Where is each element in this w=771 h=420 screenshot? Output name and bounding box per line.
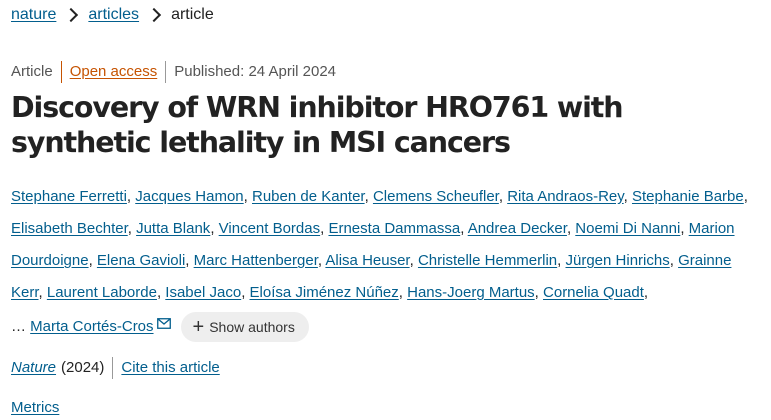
meta-divider [60,61,62,83]
breadcrumb-nature[interactable]: nature [11,5,56,25]
article-type: Article [11,63,53,80]
author-link[interactable]: Rita Andraos-Rey [507,188,623,205]
cite-article-link[interactable]: Cite this article [121,357,219,379]
metrics-link[interactable]: Metrics [11,397,59,419]
author-link[interactable]: Christelle Hemmerlin [418,252,557,269]
author-link[interactable]: Jürgen Hinrichs [566,252,670,269]
author-link[interactable]: Noemi Di Nanni [575,220,680,237]
published-date: Published: 24 April 2024 [174,63,337,80]
breadcrumb-articles[interactable]: articles [88,5,139,25]
author-link[interactable]: Stephane Ferretti [11,188,127,205]
author-link[interactable]: Elisabeth Bechter [11,220,128,237]
article-meta: Article Open access Published: 24 April … [11,61,336,83]
author-link[interactable]: Vincent Bordas [219,220,320,237]
author-link[interactable]: Hans-Joerg Martus [407,284,535,301]
chevron-right-icon [146,7,162,23]
author-link[interactable]: Isabel Jaco [165,284,241,301]
author-link[interactable]: Eloísa Jiménez Núñez [250,284,399,301]
article-title: Discovery of WRN inhibitor HRO761 with s… [11,91,624,159]
author-link[interactable]: Laurent Laborde [47,284,157,301]
journal-link[interactable]: Nature [11,357,56,379]
meta-divider [165,61,167,83]
author-link[interactable]: Marc Hattenberger [194,252,318,269]
author-link[interactable]: Clemens Scheufler [373,188,499,205]
envelope-icon[interactable] [156,309,171,341]
chevron-right-icon [64,7,79,23]
author-link[interactable]: Jutta Blank [136,220,210,237]
author-link[interactable]: Jacques Hamon [135,188,243,205]
show-authors-button[interactable]: + Show authors [180,312,309,343]
journal-divider [112,357,114,379]
journal-line: Nature (2024) Cite this article [11,357,220,379]
author-link[interactable]: Stephanie Barbe [632,188,744,205]
journal-year: (2024) [61,359,105,376]
author-link[interactable]: Ruben de Kanter [252,188,365,205]
plus-icon: + [192,316,205,339]
breadcrumb-current: article [171,6,214,23]
breadcrumb: nature articles article [11,5,214,25]
author-link[interactable]: Ernesta Dammassa [328,220,460,237]
show-authors-label: Show authors [209,319,295,336]
open-access-link[interactable]: Open access [70,62,158,82]
author-list: Stephane Ferretti, Jacques Hamon, Ruben … [11,181,766,343]
author-link[interactable]: Cornelia Quadt [543,284,644,301]
author-link[interactable]: Andrea Decker [468,220,567,237]
author-link[interactable]: Elena Gavioli [97,252,185,269]
authors-ellipsis: … [11,318,26,335]
corresponding-author-link[interactable]: Marta Cortés-Cros [30,318,153,335]
author-link[interactable]: Alisa Heuser [325,252,409,269]
